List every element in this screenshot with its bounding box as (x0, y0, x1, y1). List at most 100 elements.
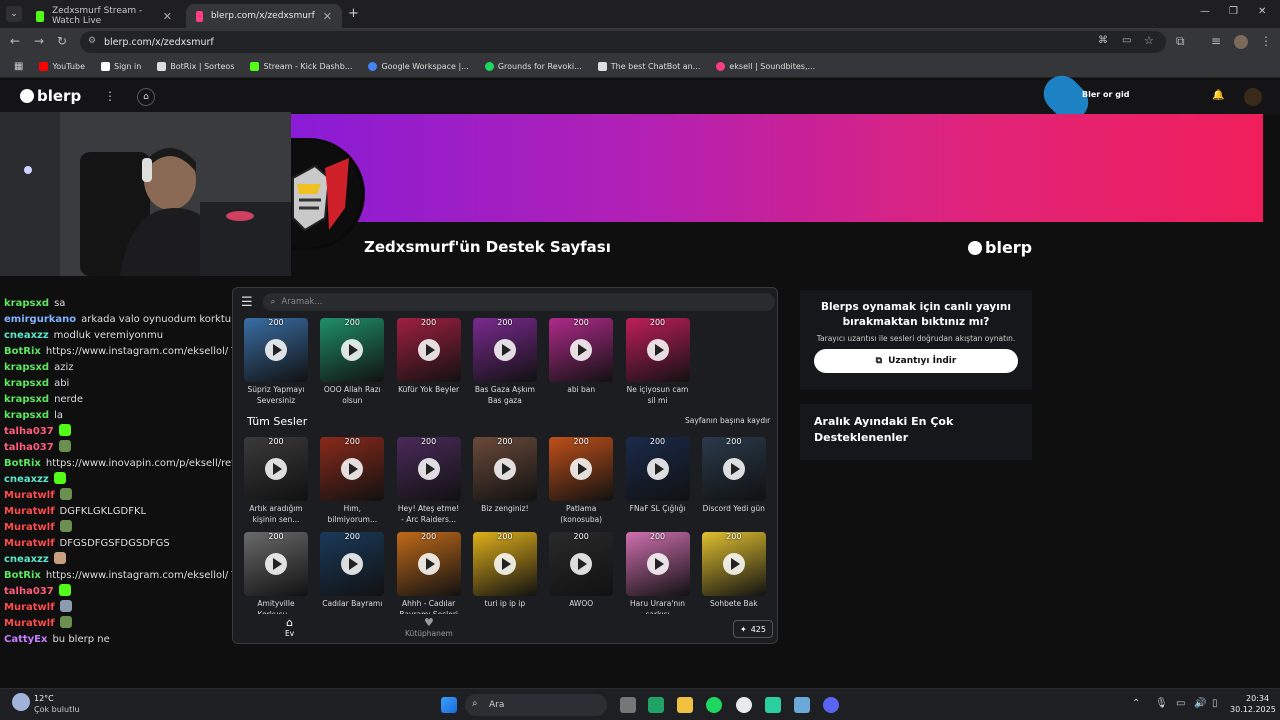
tray-chevron-icon[interactable]: ⌃ (1132, 698, 1140, 709)
play-icon[interactable] (493, 339, 516, 361)
sound-thumbnail[interactable]: 200 (396, 532, 461, 596)
play-icon[interactable] (265, 339, 287, 361)
translate-icon[interactable]: ⌘ (1098, 35, 1108, 46)
windows-start-icon[interactable] (441, 697, 457, 713)
play-icon[interactable] (493, 553, 516, 575)
chat-username[interactable]: cneaxzz (4, 474, 49, 485)
sound-thumbnail[interactable]: 200 (472, 437, 537, 501)
sound-card[interactable]: 200 Sohbete Bak (701, 532, 766, 620)
volume-icon[interactable]: 🔊 (1194, 698, 1206, 709)
chat-username[interactable]: Muratwlf (4, 538, 55, 549)
chat-username[interactable]: cneaxzz (4, 330, 49, 341)
play-icon[interactable] (646, 553, 669, 575)
chat-username[interactable]: Muratwlf (4, 522, 55, 533)
close-tab-icon[interactable]: ✕ (163, 10, 172, 23)
url-input[interactable]: ⚙ blerp.com/x/zedxsmurf ⌘ ▭ ☆ (80, 31, 1166, 53)
sound-thumbnail[interactable]: 200 (625, 437, 690, 501)
play-icon[interactable] (570, 339, 593, 361)
sound-card[interactable]: 200 OOO Allah Razı olsun (320, 318, 385, 406)
sound-thumbnail[interactable]: 200 (396, 318, 461, 382)
sound-card[interactable]: 200Amityville Korkusu... (244, 532, 308, 620)
search-input[interactable]: ⌕ Aramak... (262, 293, 775, 311)
notification-bell-icon[interactable]: 🔔 (1212, 90, 1224, 101)
play-icon[interactable] (722, 553, 745, 575)
sound-thumbnail[interactable]: 200 (472, 532, 537, 596)
sound-card[interactable]: 200 Ne içiyosun cam sil mi (625, 318, 690, 406)
bookmark-sign-in[interactable]: Sign in (100, 62, 141, 71)
bookmark-kick-dashboard[interactable]: Stream - Kick Dashb... (250, 62, 352, 71)
bookmark-botrix[interactable]: BotRix | Sorteos (157, 62, 234, 71)
play-icon[interactable] (341, 339, 364, 361)
sound-thumbnail[interactable]: 200 (549, 437, 614, 501)
coin-balance[interactable]: ✦ 425 (733, 620, 773, 638)
battery-icon[interactable]: ▯ (1212, 698, 1218, 709)
chat-username[interactable]: Muratwlf (4, 490, 55, 501)
app-icon[interactable] (765, 697, 781, 713)
home-icon[interactable]: ⌂ (137, 88, 155, 106)
chat-username[interactable]: krapsxd (4, 298, 49, 309)
weather-icon[interactable] (12, 693, 30, 711)
sound-thumbnail[interactable]: 200 (472, 318, 537, 382)
extensions-icon[interactable]: ⧉ (1176, 34, 1185, 49)
chat-username[interactable]: Muratwlf (4, 618, 55, 629)
sound-card[interactable]: 200 turi ip ip ip (472, 532, 537, 620)
close-tab-icon[interactable]: ✕ (323, 10, 332, 23)
nav-home[interactable]: ⌂ Ev (285, 616, 294, 638)
chat-username[interactable]: krapsxd (4, 410, 49, 421)
chat-username[interactable]: emirgurkano (4, 314, 76, 325)
bookmark-star-icon[interactable]: ☆ (1144, 34, 1154, 47)
taskbar-search[interactable]: ⌕ Ara (465, 694, 607, 716)
bookmark-grounds[interactable]: Grounds for Revoki... (484, 62, 582, 71)
bookmark-youtube[interactable]: YouTube (39, 62, 85, 71)
bookmark-google-workspace[interactable]: Google Workspace |... (368, 62, 469, 71)
sound-thumbnail[interactable]: 200 (244, 437, 308, 501)
nav-library[interactable]: ♥ Kütüphanem (405, 616, 453, 638)
tab-search-button[interactable]: ⌄ (6, 6, 22, 22)
close-window-icon[interactable]: ✕ (1258, 6, 1266, 17)
play-icon[interactable] (646, 339, 669, 361)
forward-icon[interactable]: → (34, 34, 44, 48)
play-icon[interactable] (341, 553, 364, 575)
sound-card[interactable]: 200Ahhh - Cadılar Bayramı Sesleri (396, 532, 461, 620)
chat-username[interactable]: cneaxzz (4, 554, 49, 565)
chat-username[interactable]: BotRix (4, 346, 41, 357)
chat-username[interactable]: krapsxd (4, 394, 49, 405)
scroll-to-top-link[interactable]: Sayfanın başına kaydır (685, 416, 770, 425)
tab-blerp[interactable]: blerp.com/x/zedxsmurf ✕ (186, 4, 342, 28)
play-icon[interactable] (417, 458, 440, 480)
sound-thumbnail[interactable]: 200 (549, 318, 614, 382)
sound-card[interactable]: 200 Süpriz Yapmayı Seversiniz (244, 318, 308, 406)
task-view-icon[interactable] (620, 697, 636, 713)
bookmark-eksell[interactable]: eksell | Soundbites,... (716, 62, 815, 71)
minimize-icon[interactable]: — (1200, 6, 1210, 17)
profile-avatar[interactable] (1234, 35, 1248, 49)
microphone-icon[interactable]: 🎙 (1155, 698, 1168, 709)
sound-card[interactable]: 200 Hey! Ateş etme! - Arc Raiders... (396, 437, 461, 525)
play-icon[interactable] (417, 339, 440, 361)
play-icon[interactable] (570, 458, 593, 480)
cast-icon[interactable]: ▭ (1122, 35, 1131, 46)
sound-thumbnail[interactable]: 200 (320, 437, 385, 501)
tab-kick[interactable]: Zedxsmurf Stream - Watch Live ✕ (26, 4, 182, 28)
sound-card[interactable]: 200 Küfür Yok Beyler (396, 318, 461, 406)
reload-icon[interactable]: ↻ (57, 34, 67, 48)
sound-card[interactable]: 200 abi ban (549, 318, 614, 406)
network-icon[interactable]: ▭ (1176, 698, 1185, 709)
site-info-icon[interactable]: ⚙ (88, 36, 96, 46)
sound-thumbnail[interactable]: 200 (244, 318, 308, 382)
sound-thumbnail[interactable]: 200 (701, 437, 766, 501)
play-icon[interactable] (570, 553, 593, 575)
maximize-icon[interactable]: ❐ (1229, 6, 1238, 17)
new-tab-icon[interactable]: + (348, 6, 359, 21)
chat-username[interactable]: Muratwlf (4, 506, 55, 517)
sound-thumbnail[interactable]: 200 (701, 532, 766, 596)
bookmark-chatbot[interactable]: The best ChatBot an... (597, 62, 700, 71)
sound-card[interactable]: 200 Patlama (konosuba) (549, 437, 614, 525)
chrome-icon[interactable] (736, 697, 752, 713)
chat-username[interactable]: talha037 (4, 442, 54, 453)
app-icon-2[interactable] (794, 697, 810, 713)
chat-username[interactable]: talha037 (4, 586, 54, 597)
sound-thumbnail[interactable]: 200 (320, 318, 385, 382)
apps-grid-icon[interactable]: ▦ (14, 61, 23, 72)
sound-thumbnail[interactable]: 200 (625, 532, 690, 596)
